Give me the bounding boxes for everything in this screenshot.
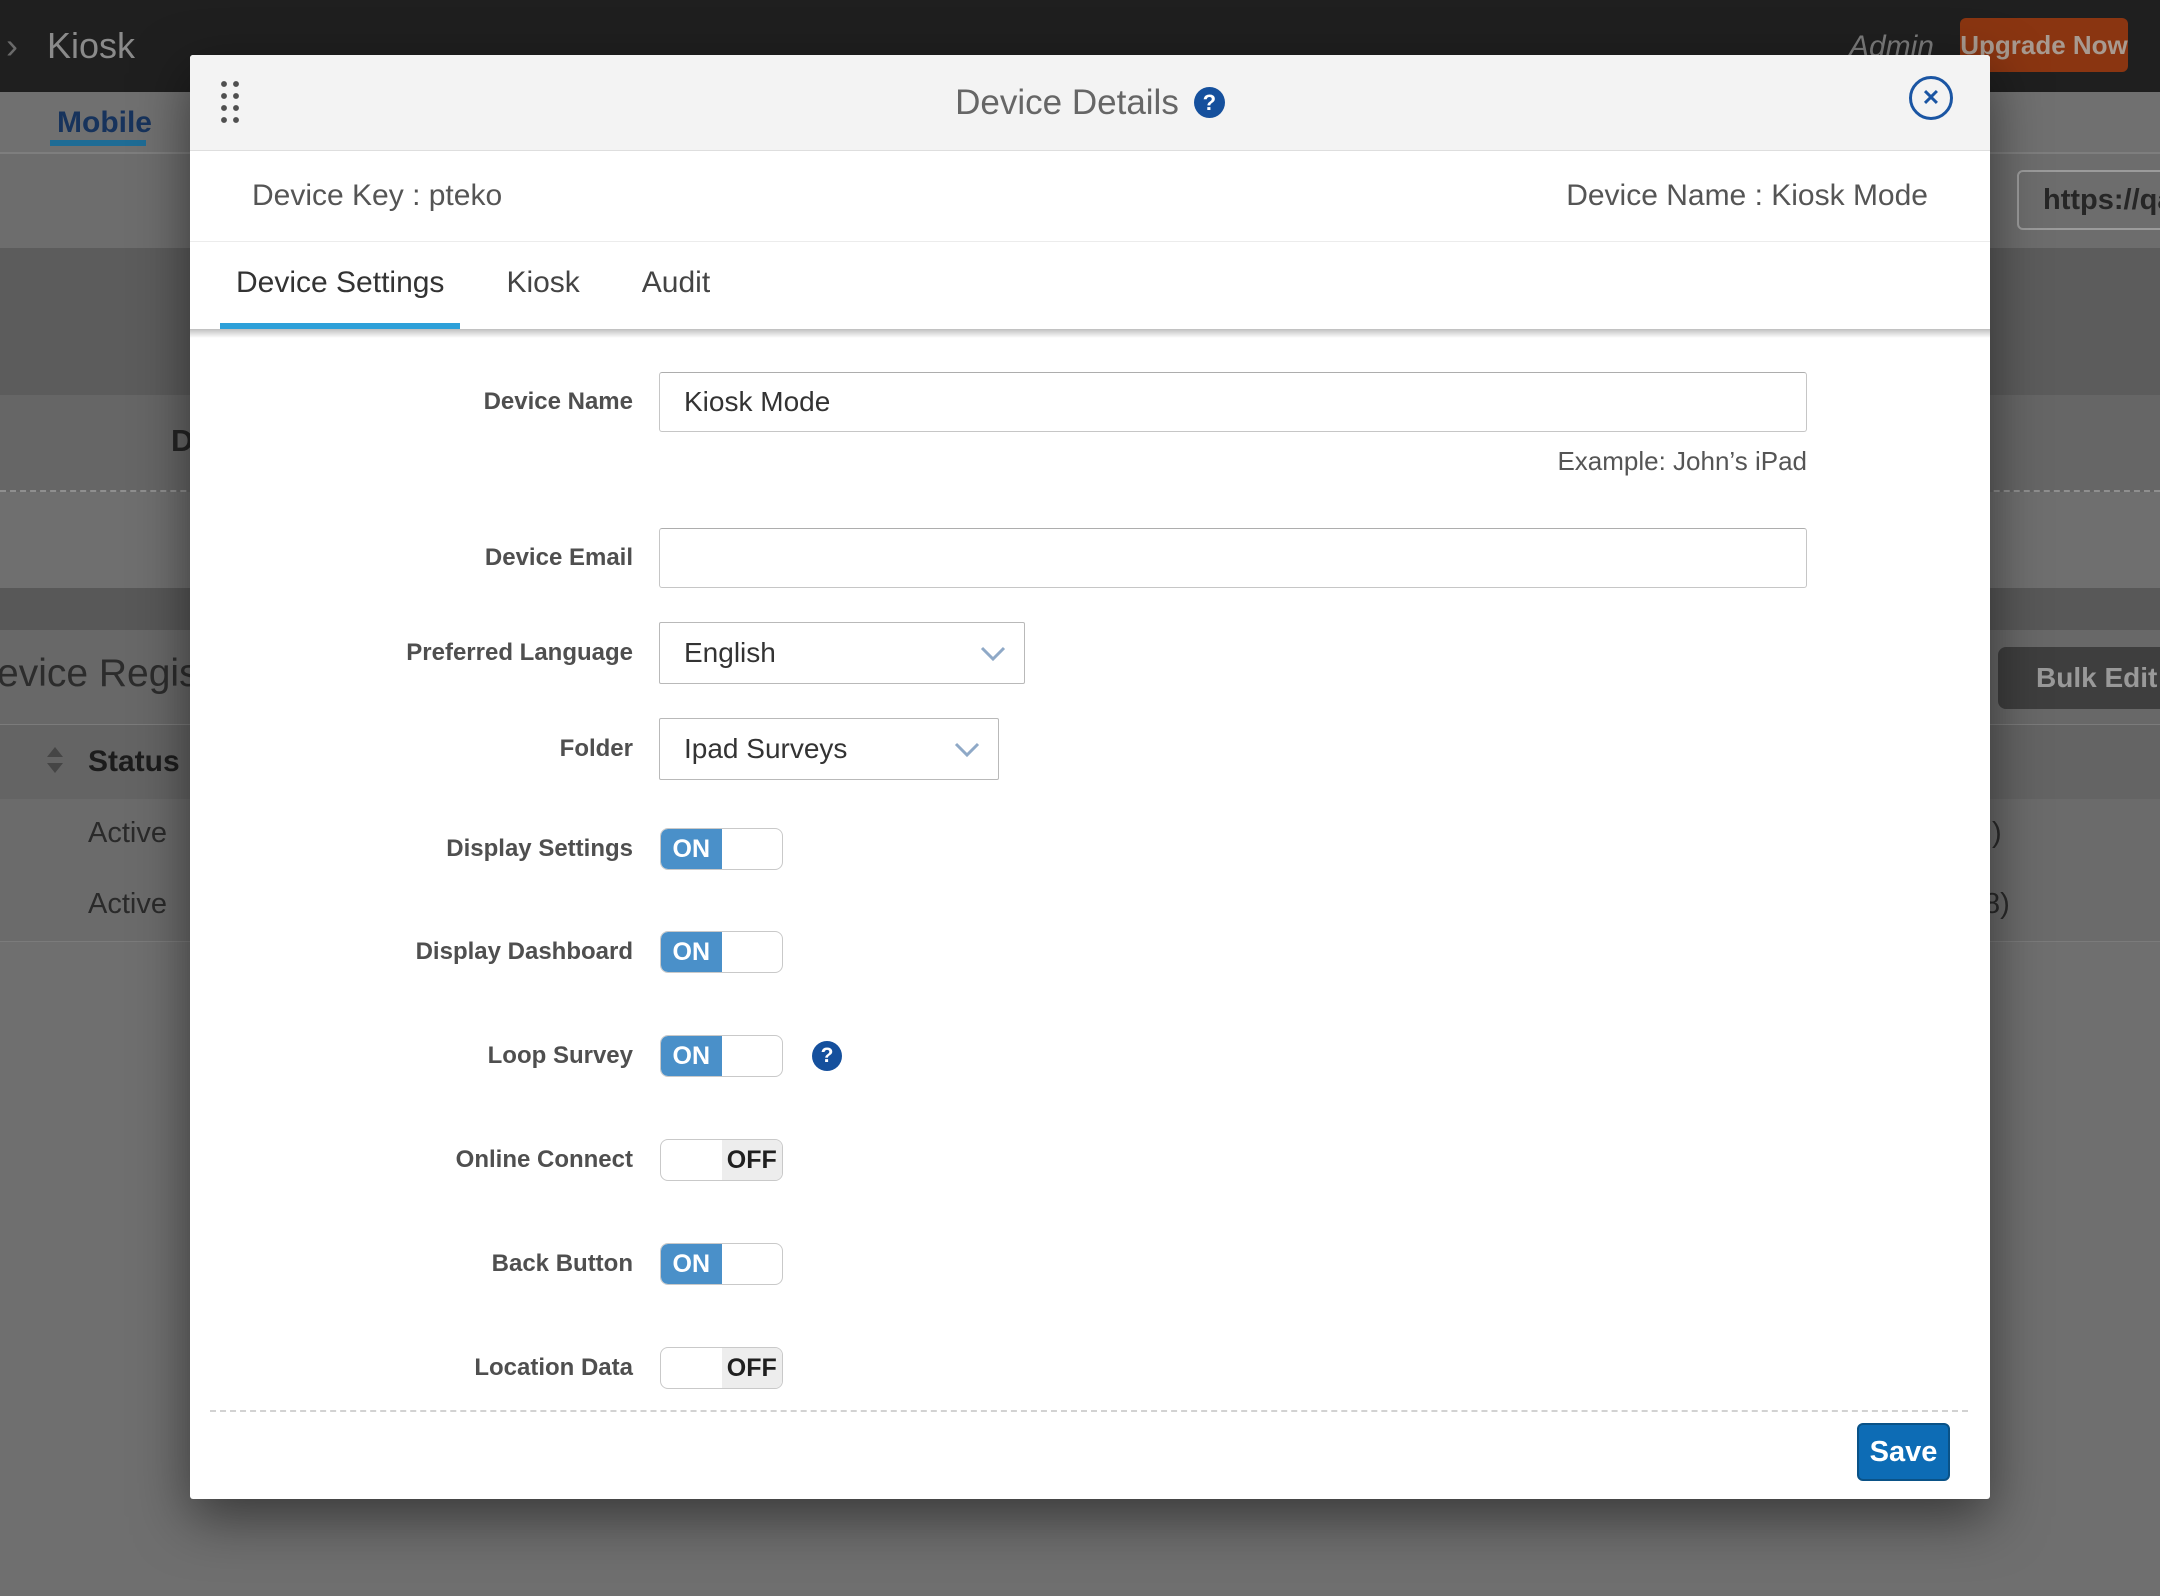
modal-header: Device Details ? ✕ [190, 55, 1990, 151]
preferred-language-select[interactable]: English [659, 622, 1025, 684]
device-key-row: Device Key : pteko Device Name : Kiosk M… [190, 150, 1990, 242]
modal-tabs: Device Settings Kiosk Audit [190, 242, 2020, 329]
save-button[interactable]: Save [1857, 1423, 1950, 1481]
status-cell: Active [88, 817, 167, 850]
row-right-fragment: ) [1992, 817, 2002, 850]
device-name-hint: Example: John’s iPad [659, 446, 1807, 477]
location-data-toggle[interactable]: OFF [660, 1347, 783, 1389]
close-icon[interactable]: ✕ [1909, 76, 1953, 120]
loop-survey-label: Loop Survey [190, 1041, 633, 1071]
status-column-header[interactable]: Status [88, 745, 180, 779]
footer-divider [210, 1410, 1968, 1412]
tab-device-settings[interactable]: Device Settings [220, 242, 460, 329]
display-settings-toggle[interactable]: ON [660, 828, 783, 870]
help-icon[interactable]: ? [1194, 87, 1225, 118]
toggle-on-segment: ON [661, 932, 722, 972]
online-connect-label: Online Connect [190, 1145, 633, 1175]
sort-icon[interactable] [47, 747, 63, 775]
folder-select[interactable]: Ipad Surveys [659, 718, 999, 780]
device-key-text: Device Key : pteko [252, 179, 502, 213]
display-settings-label: Display Settings [190, 834, 633, 864]
device-name-input[interactable] [659, 372, 1807, 432]
status-cell: Active [88, 888, 167, 921]
location-data-label: Location Data [190, 1353, 633, 1383]
drag-handle-icon[interactable] [218, 78, 242, 126]
tab-audit[interactable]: Audit [626, 242, 726, 329]
device-name-label: Device Name [190, 387, 633, 417]
device-email-input[interactable] [659, 528, 1807, 588]
preferred-language-label: Preferred Language [190, 638, 633, 668]
folder-value: Ipad Surveys [684, 733, 847, 765]
tab-mobile-underline [50, 140, 146, 146]
back-button-label: Back Button [190, 1249, 633, 1279]
device-name-text: Device Name : Kiosk Mode [1566, 179, 1928, 213]
loop-survey-toggle[interactable]: ON [660, 1035, 783, 1077]
page-title: Kiosk [47, 25, 135, 67]
loop-survey-help-icon[interactable]: ? [812, 1041, 842, 1071]
modal-title: Device Details [955, 83, 1179, 123]
tabbar-shadow [190, 329, 1990, 338]
device-details-modal: Device Details ? ✕ Device Key : pteko De… [190, 55, 1990, 1499]
toggle-on-segment: ON [661, 1036, 722, 1076]
close-glyph: ✕ [1922, 85, 1940, 111]
tab-kiosk[interactable]: Kiosk [490, 242, 595, 329]
chevron-down-icon [954, 742, 980, 758]
folder-label: Folder [190, 734, 633, 764]
toggle-off-segment: OFF [722, 1140, 783, 1180]
device-email-label: Device Email [190, 543, 633, 573]
bulk-edit-label: Bulk Edit Dev [2036, 662, 2160, 694]
back-button-toggle[interactable]: ON [660, 1243, 783, 1285]
toggle-on-segment: ON [661, 829, 722, 869]
display-dashboard-toggle[interactable]: ON [660, 931, 783, 973]
tab-mobile[interactable]: Mobile [57, 106, 152, 140]
preferred-language-value: English [684, 637, 776, 669]
online-connect-toggle[interactable]: OFF [660, 1139, 783, 1181]
bulk-edit-devices-button[interactable]: Bulk Edit Dev [1998, 647, 2160, 709]
save-label: Save [1870, 1436, 1938, 1469]
toggle-on-segment: ON [661, 1244, 722, 1284]
display-dashboard-label: Display Dashboard [190, 937, 633, 967]
toggle-off-segment: OFF [722, 1348, 783, 1388]
kiosk-url-box[interactable]: https://qa.c [2017, 170, 2160, 230]
chevron-down-icon [980, 646, 1006, 662]
breadcrumb-chevron-icon: › [6, 26, 18, 66]
